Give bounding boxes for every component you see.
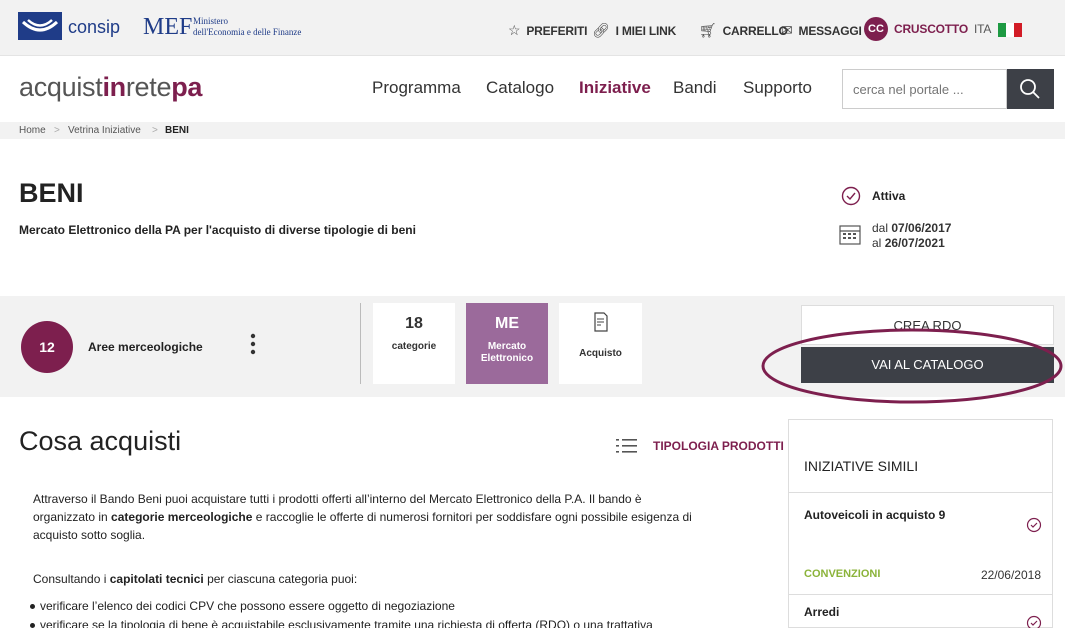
consip-logo[interactable]: consip	[18, 12, 138, 44]
intro-paragraph: Attraverso il Bando Beni puoi acquistare…	[33, 490, 778, 544]
logo-part-in: in	[102, 72, 126, 102]
cruscotto-link[interactable]: CRUSCOTTO	[894, 22, 968, 36]
list-icon	[616, 439, 637, 453]
logo-part-rete: rete	[125, 72, 172, 102]
date-to-prefix: al	[872, 236, 882, 250]
logo-part-pa: pa	[171, 72, 203, 102]
search-icon	[1020, 79, 1040, 99]
search-input[interactable]	[843, 70, 1006, 108]
aree-label: Aree merceologiche	[88, 340, 203, 354]
more-options-button[interactable]	[245, 332, 261, 358]
nav-supporto[interactable]: Supporto	[743, 78, 812, 98]
date-to-value: 26/07/2021	[884, 236, 945, 250]
calendar-icon	[839, 225, 861, 245]
mef-line2: dell'Economia e delle Finanze	[193, 27, 302, 37]
consip-label: consip	[68, 17, 121, 37]
intro-line-1: Attraverso il Bando Beni puoi acquistare…	[33, 492, 642, 506]
messaggi-link[interactable]: ✉ MESSAGGI	[781, 22, 862, 39]
section-title: Cosa acquisti	[19, 426, 182, 456]
capitolati-text-a: Consultando i	[33, 572, 110, 586]
mail-icon: ✉	[781, 22, 793, 38]
check-circle-icon	[1026, 615, 1042, 628]
tipologia-label: TIPOLOGIA PRODOTTI	[653, 439, 784, 453]
capitolati-paragraph: Consultando i capitolati tecnici per cia…	[33, 572, 357, 586]
list-item: verificare l’elenco dei codici CPV che p…	[30, 599, 455, 613]
consip-logo-icon	[18, 12, 62, 40]
breadcrumb-home[interactable]: Home	[19, 125, 46, 136]
link-icon: 🔗︎	[592, 22, 610, 38]
sidebar-title: INIZIATIVE SIMILI	[804, 458, 919, 474]
sidebar-item-arredi[interactable]: Arredi	[789, 595, 1052, 628]
intro-line-2: organizzato in categorie merceologiche e…	[33, 508, 778, 526]
breadcrumb-sep-2: >	[152, 125, 158, 136]
breadcrumb	[0, 122, 1065, 139]
logo-part-acquist: acquist	[19, 72, 103, 102]
me-label-1: Mercato	[487, 341, 527, 352]
sidebar-tag: CONVENZIONI	[804, 568, 881, 580]
intro-text-b: organizzato in	[33, 510, 112, 524]
messaggi-label: MESSAGGI	[798, 24, 862, 38]
page-title: BENI	[19, 178, 84, 208]
date-to: al 26/07/2021	[872, 236, 945, 250]
star-icon: ☆	[508, 22, 521, 38]
capitolati-bold: capitolati tecnici	[109, 572, 204, 586]
miei-link-link[interactable]: 🔗︎ I MIEI LINK	[592, 22, 676, 39]
categorie-card[interactable]: 18 categorie	[373, 303, 455, 384]
intro-text-c: e raccoglie le offerte di numerosi forni…	[252, 510, 692, 524]
intro-line-3: acquisto sotto soglia.	[33, 528, 146, 542]
kebab-menu-icon	[250, 333, 256, 355]
acquisto-label: Acquisto	[579, 348, 622, 359]
carrello-label: CARRELLO	[722, 24, 788, 38]
aree-count-badge: 12	[21, 321, 73, 373]
intro-bold: categorie merceologiche	[111, 510, 253, 524]
mef-short: MEF	[143, 14, 193, 40]
preferiti-label: PREFERITI	[526, 24, 588, 38]
acquisto-card[interactable]: Acquisto	[559, 303, 642, 384]
nav-catalogo[interactable]: Catalogo	[486, 78, 554, 98]
top-bar: consip MEF Ministero dell'Economia e del…	[0, 0, 1065, 56]
document-icon	[593, 312, 608, 332]
mercato-elettronico-card[interactable]: ME Mercato Elettronico	[466, 303, 548, 384]
nav-iniziative[interactable]: Iniziative	[579, 78, 651, 98]
me-label-2: Elettronico	[480, 353, 534, 364]
status-badge: Attiva	[872, 189, 906, 203]
search-button[interactable]	[1007, 69, 1054, 109]
nav-bandi[interactable]: Bandi	[673, 78, 716, 98]
search-field[interactable]	[842, 69, 1007, 109]
date-from: dal 07/06/2017	[872, 221, 951, 235]
date-from-value: 07/06/2017	[891, 221, 952, 235]
site-logo[interactable]: acquistinretepa	[19, 72, 202, 103]
capitolati-text-b: per ciascuna categoria puoi:	[203, 572, 358, 586]
nav-programma[interactable]: Programma	[372, 78, 461, 98]
page-subtitle: Mercato Elettronico della PA per l'acqui…	[19, 223, 416, 237]
breadcrumb-current: BENI	[165, 125, 189, 136]
sidebar-date: 22/06/2018	[980, 568, 1041, 582]
check-circle-icon	[841, 186, 861, 206]
date-from-prefix: dal	[872, 221, 889, 235]
avatar[interactable]: CC	[864, 17, 888, 41]
breadcrumb-vetrina[interactable]: Vetrina Iniziative	[68, 125, 141, 136]
breadcrumb-sep-1: >	[54, 125, 60, 136]
iniziative-simili-panel: INIZIATIVE SIMILI Autoveicoli in acquist…	[788, 419, 1053, 628]
miei-link-label: I MIEI LINK	[615, 24, 677, 38]
carrello-link[interactable]: 🛒︎ CARRELLO	[699, 22, 788, 39]
sidebar-item-title: Autoveicoli in acquisto 9	[804, 508, 946, 522]
sidebar-item-autoveicoli[interactable]: Autoveicoli in acquisto 9 CONVENZIONI 22…	[789, 492, 1052, 600]
mef-line1: Ministero	[193, 16, 228, 26]
band-divider	[360, 303, 361, 384]
list-item: verificare se la tipologia di bene è acq…	[30, 618, 653, 628]
highlight-ellipse	[761, 328, 1063, 404]
language-selector[interactable]: ITA	[974, 22, 1022, 37]
categorie-label: categorie	[391, 341, 437, 352]
cart-icon: 🛒︎	[699, 22, 717, 38]
categorie-count: 18	[405, 315, 423, 332]
language-label: ITA	[974, 22, 991, 36]
check-circle-icon	[1026, 517, 1042, 533]
italy-flag-icon	[997, 22, 1022, 37]
me-short: ME	[495, 315, 519, 332]
sidebar-item-title: Arredi	[804, 605, 840, 619]
mef-logo[interactable]: MEF Ministero dell'Economia e delle Fina…	[143, 10, 343, 46]
preferiti-link[interactable]: ☆ PREFERITI	[508, 22, 587, 39]
